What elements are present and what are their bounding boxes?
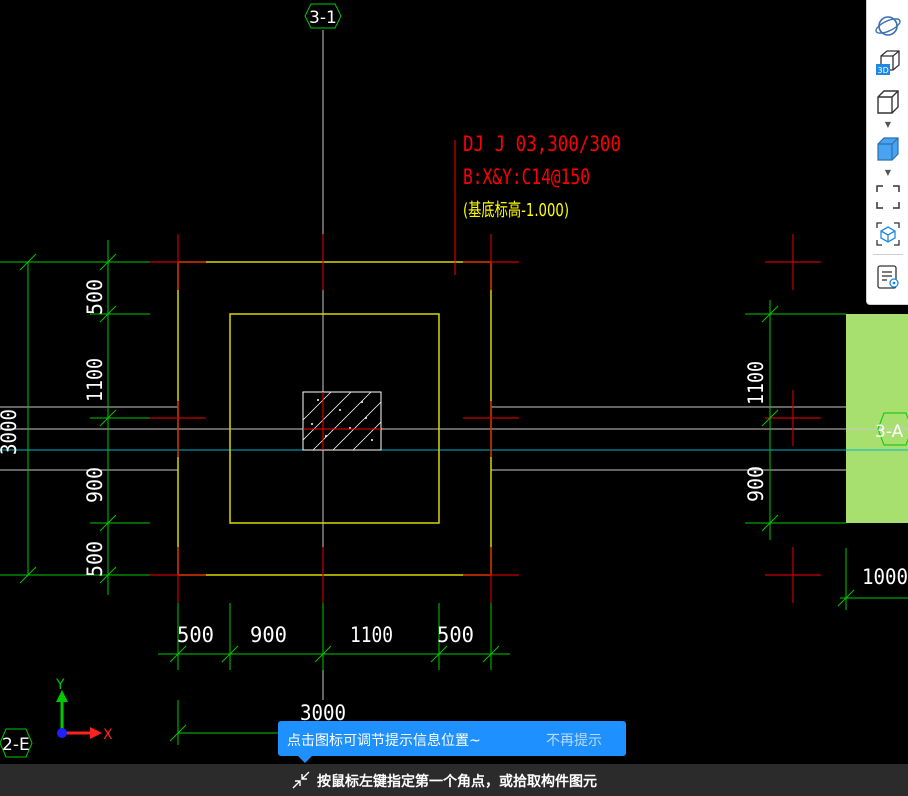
ucs-x-label: X [103,727,113,743]
view-3d-icon[interactable]: 3D [872,48,904,80]
cross-marks [150,234,821,603]
component-view-icon[interactable] [872,218,904,250]
dim-left-partial: 3000 [0,409,21,455]
dim-bottom-3: 1100 [350,623,393,647]
dim-right-lines [745,300,846,540]
svg-text:3D: 3D [878,66,889,75]
shrink-arrows-icon[interactable] [291,770,311,794]
dim-bottom-1: 500 [177,623,214,647]
selected-member[interactable] [846,314,908,523]
axis-label-3-a: 3-A [875,422,904,442]
axis-bubble-3-1: 3-1 [304,3,342,29]
dim-right-2: 900 [744,466,768,502]
cube-shaded-icon[interactable] [872,133,904,165]
dim-left-1: 500 [83,279,107,315]
dim-left-2: 1100 [83,358,107,402]
dim-bottom-2: 900 [250,623,287,647]
annotation-line2[interactable]: B:X&Y:C14@150 [463,165,590,189]
dim-left-3: 900 [83,467,107,503]
annotation-line3[interactable]: (基底标高-1.000) [463,200,569,221]
cad-drawing-canvas[interactable]: DJ J 03,300/300 B:X&Y:C14@150 (基底标高-1.00… [0,0,908,764]
orbit-icon[interactable] [872,10,904,42]
dim-left-4: 500 [83,541,107,577]
column-section[interactable] [302,391,382,451]
ucs-y-label: Y [55,677,65,693]
tooltip-arrow [298,756,312,763]
hint-tooltip[interactable]: 点击图标可调节提示信息位置~ 不再提示 [278,721,626,763]
fit-window-icon[interactable] [872,181,904,213]
drawing-svg: DJ J 03,300/300 B:X&Y:C14@150 (基底标高-1.00… [0,3,908,758]
cube-shaded-dropdown-icon[interactable]: ▼ [883,169,893,177]
cube-view-icon[interactable] [872,86,904,118]
dim-bottom-4: 500 [437,623,474,647]
dim-right-partial: 1000 [862,565,908,589]
properties-icon[interactable] [872,261,904,293]
ucs-icon: Y X [55,677,113,743]
view-toolbar: 3D ▼ ▼ [866,0,908,305]
footing-outer[interactable] [177,261,492,576]
axis-bubble-2-e: 2-E [0,728,33,758]
dont-show-again-link[interactable]: 不再提示 [546,730,602,750]
footing-inner[interactable] [229,313,440,524]
command-prompt: 按鼠标左键指定第一个角点，或拾取构件图元 [317,774,597,790]
command-status-bar: 按鼠标左键指定第一个角点，或拾取构件图元 [0,764,908,796]
cube-view-dropdown-icon[interactable]: ▼ [883,121,893,129]
dim-right-1: 1100 [744,361,768,405]
axis-label-3-1: 3-1 [309,8,337,28]
annotation-line1[interactable]: DJ J 03,300/300 [463,132,621,156]
hint-message: 点击图标可调节提示信息位置~ [287,733,481,749]
axis-label-2-e: 2-E [2,735,30,755]
dim-left-lines [0,240,150,595]
